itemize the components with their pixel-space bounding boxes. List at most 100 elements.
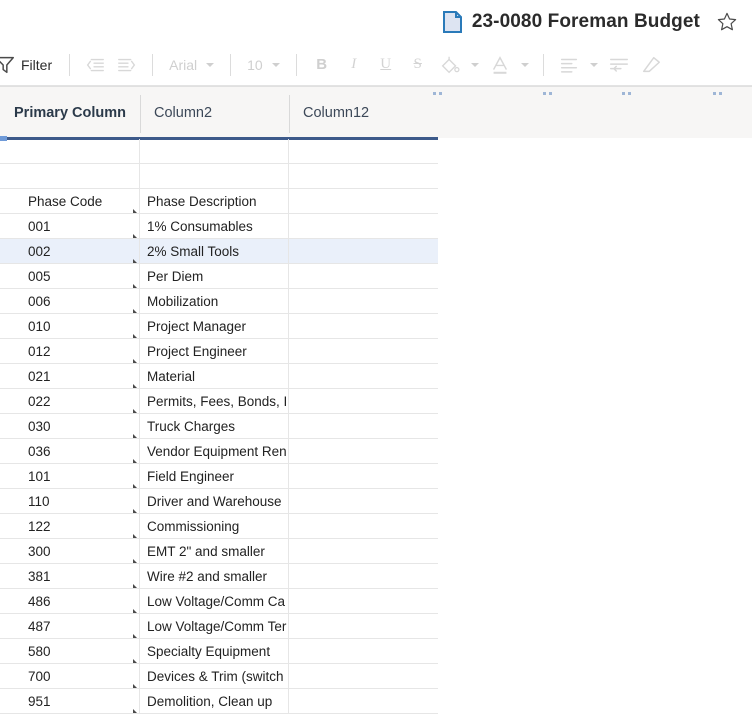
cell-column12[interactable] xyxy=(289,164,438,189)
strikethrough-button[interactable]: S xyxy=(402,50,434,80)
table-row[interactable]: Phase Code Phase Description xyxy=(0,189,438,214)
table-row[interactable] xyxy=(0,139,438,164)
cell-column12[interactable] xyxy=(289,189,438,214)
filter-button[interactable]: Filter xyxy=(0,50,60,80)
cell-column12[interactable] xyxy=(289,439,438,464)
cell-column2[interactable]: EMT 2" and smaller xyxy=(140,539,289,564)
cell-primary-column[interactable]: 300 xyxy=(0,539,140,564)
cell-column12[interactable] xyxy=(289,514,438,539)
cell-column2[interactable]: Commissioning xyxy=(140,514,289,539)
table-row[interactable]: 021 Material xyxy=(0,364,438,389)
table-row[interactable]: 122 Commissioning xyxy=(0,514,438,539)
clear-format-button[interactable] xyxy=(635,50,667,80)
cell-primary-column[interactable] xyxy=(0,139,140,164)
cell-primary-column[interactable]: 005 xyxy=(0,264,140,289)
cell-column2[interactable]: Low Voltage/Comm Ca xyxy=(140,589,289,614)
decrease-indent-button[interactable] xyxy=(79,50,111,80)
cell-column2[interactable]: Permits, Fees, Bonds, I xyxy=(140,389,289,414)
cell-column2[interactable]: Low Voltage/Comm Ter xyxy=(140,614,289,639)
cell-column12[interactable] xyxy=(289,564,438,589)
cell-column12[interactable] xyxy=(289,264,438,289)
cell-primary-column[interactable]: 030 xyxy=(0,414,140,439)
cell-column2[interactable]: Devices & Trim (switch xyxy=(140,664,289,689)
cell-column2[interactable]: Driver and Warehouse xyxy=(140,489,289,514)
cell-primary-column[interactable]: 700 xyxy=(0,664,140,689)
table-row[interactable]: 002 2% Small Tools xyxy=(0,239,438,264)
underline-button[interactable]: U xyxy=(370,50,402,80)
add-column-handle[interactable] xyxy=(713,92,725,96)
cell-primary-column[interactable]: 487 xyxy=(0,614,140,639)
table-row[interactable]: 300 EMT 2" and smaller xyxy=(0,539,438,564)
cell-primary-column[interactable]: 002 xyxy=(0,239,140,264)
cell-column2[interactable]: Specialty Equipment xyxy=(140,639,289,664)
table-row[interactable]: 101 Field Engineer xyxy=(0,464,438,489)
column-header-column12[interactable]: Column12 xyxy=(289,87,438,139)
cell-primary-column[interactable]: 001 xyxy=(0,214,140,239)
table-row[interactable]: 951 Demolition, Clean up xyxy=(0,689,438,714)
table-row[interactable]: 006 Mobilization xyxy=(0,289,438,314)
table-row[interactable]: 022 Permits, Fees, Bonds, I xyxy=(0,389,438,414)
add-column-handle[interactable] xyxy=(433,92,445,96)
table-row[interactable]: 580 Specialty Equipment xyxy=(0,639,438,664)
cell-primary-column[interactable]: 951 xyxy=(0,689,140,714)
cell-column2[interactable]: Phase Description xyxy=(140,189,289,214)
cell-primary-column[interactable]: 486 xyxy=(0,589,140,614)
font-family-select[interactable]: Arial xyxy=(162,51,221,79)
table-row[interactable] xyxy=(0,164,438,189)
cell-column12[interactable] xyxy=(289,364,438,389)
column-resize-handle[interactable] xyxy=(289,95,290,133)
bold-button[interactable]: B xyxy=(306,50,338,80)
cell-column2[interactable]: Demolition, Clean up xyxy=(140,689,289,714)
cell-column2[interactable]: Project Manager xyxy=(140,314,289,339)
cell-column12[interactable] xyxy=(289,539,438,564)
fill-color-dropdown[interactable] xyxy=(466,50,484,80)
italic-button[interactable]: I xyxy=(338,50,370,80)
cell-column12[interactable] xyxy=(289,414,438,439)
cell-primary-column[interactable]: Phase Code xyxy=(0,189,140,214)
cell-primary-column[interactable]: 580 xyxy=(0,639,140,664)
cell-column2[interactable]: 2% Small Tools xyxy=(140,239,289,264)
cell-primary-column[interactable]: 036 xyxy=(0,439,140,464)
column-header-column2[interactable]: Column2 xyxy=(140,87,289,139)
table-row[interactable]: 486 Low Voltage/Comm Ca xyxy=(0,589,438,614)
cell-primary-column[interactable]: 006 xyxy=(0,289,140,314)
font-size-select[interactable]: 10 xyxy=(240,51,287,79)
cell-column12[interactable] xyxy=(289,664,438,689)
cell-column2[interactable]: Material xyxy=(140,364,289,389)
cell-primary-column[interactable]: 122 xyxy=(0,514,140,539)
column-resize-handle[interactable] xyxy=(140,95,141,133)
cell-column2[interactable] xyxy=(140,164,289,189)
cell-primary-column[interactable] xyxy=(0,164,140,189)
table-row[interactable]: 110 Driver and Warehouse xyxy=(0,489,438,514)
table-row[interactable]: 700 Devices & Trim (switch xyxy=(0,664,438,689)
cell-column2[interactable]: Project Engineer xyxy=(140,339,289,364)
increase-indent-button[interactable] xyxy=(111,50,143,80)
cell-column2[interactable] xyxy=(140,139,289,164)
cell-column12[interactable] xyxy=(289,289,438,314)
cell-column12[interactable] xyxy=(289,689,438,714)
cell-primary-column[interactable]: 101 xyxy=(0,464,140,489)
table-row[interactable]: 036 Vendor Equipment Ren xyxy=(0,439,438,464)
cell-primary-column[interactable]: 012 xyxy=(0,339,140,364)
table-row[interactable]: 010 Project Manager xyxy=(0,314,438,339)
cell-column2[interactable]: Mobilization xyxy=(140,289,289,314)
cell-column12[interactable] xyxy=(289,339,438,364)
cell-column12[interactable] xyxy=(289,589,438,614)
cell-column2[interactable]: Vendor Equipment Ren xyxy=(140,439,289,464)
fill-color-button[interactable] xyxy=(434,50,466,80)
cell-column2[interactable]: Truck Charges xyxy=(140,414,289,439)
cell-primary-column[interactable]: 110 xyxy=(0,489,140,514)
cell-column2[interactable]: 1% Consumables xyxy=(140,214,289,239)
wrap-text-button[interactable] xyxy=(603,50,635,80)
cell-column12[interactable] xyxy=(289,489,438,514)
cell-column2[interactable]: Wire #2 and smaller xyxy=(140,564,289,589)
cell-primary-column[interactable]: 010 xyxy=(0,314,140,339)
cell-column2[interactable]: Per Diem xyxy=(140,264,289,289)
align-button[interactable] xyxy=(553,50,585,80)
table-row[interactable]: 005 Per Diem xyxy=(0,264,438,289)
table-row[interactable]: 001 1% Consumables xyxy=(0,214,438,239)
star-outline-icon[interactable] xyxy=(716,11,738,33)
cell-column12[interactable] xyxy=(289,389,438,414)
table-row[interactable]: 012 Project Engineer xyxy=(0,339,438,364)
cell-primary-column[interactable]: 021 xyxy=(0,364,140,389)
